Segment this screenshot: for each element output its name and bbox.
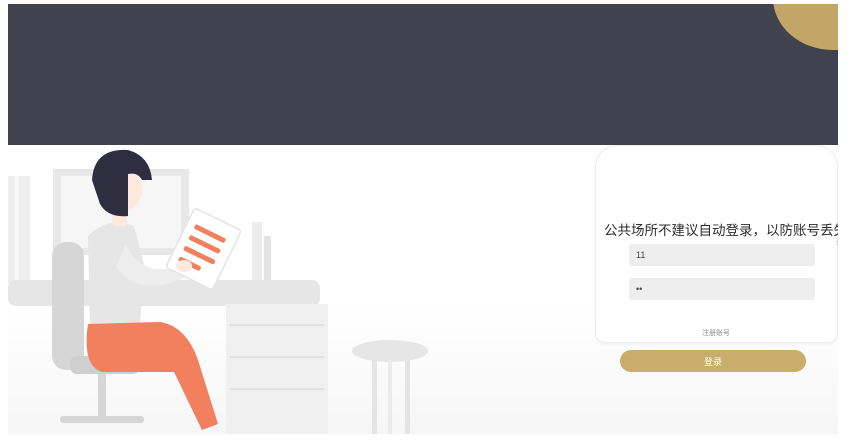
- chevron-right-icon: ›: [835, 237, 838, 249]
- desk-drawer: [226, 304, 328, 434]
- login-card: 公共场所不建议自动登录，以防账号丢失 › 注册账号: [595, 145, 838, 343]
- password-input[interactable]: [629, 278, 815, 300]
- username-input[interactable]: [629, 244, 815, 266]
- header-band: [8, 4, 838, 145]
- stool-seat: [352, 340, 428, 362]
- register-link[interactable]: 注册账号: [596, 328, 836, 338]
- person-reading-illustration: [8, 149, 428, 434]
- login-notice-title: 公共场所不建议自动登录，以防账号丢失: [604, 223, 838, 239]
- chair-back: [52, 242, 84, 370]
- shelf-right: [252, 222, 262, 284]
- person-hand: [176, 260, 192, 272]
- person-legs: [86, 322, 218, 430]
- login-button[interactable]: 登录: [620, 350, 806, 372]
